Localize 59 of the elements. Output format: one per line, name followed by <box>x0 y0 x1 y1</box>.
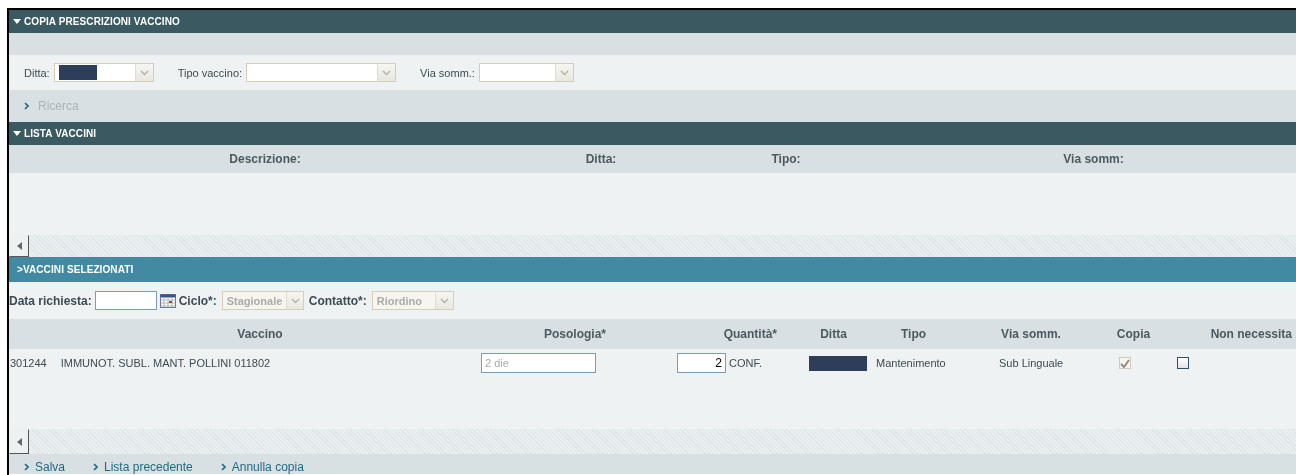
dropdown-field[interactable] <box>478 63 574 82</box>
column-header: Non necessita <box>1209 327 1293 341</box>
dropdown-field[interactable] <box>246 63 397 82</box>
check-icon <box>1120 358 1130 368</box>
column-header: Ditta <box>819 327 848 341</box>
select-value: Riordino <box>376 294 422 307</box>
panel-header[interactable]: COPIA PRESCRIZIONI VACCINO <box>9 10 1296 33</box>
horizontal-scrollbar[interactable] <box>9 235 1296 257</box>
column-header: Tipo: <box>770 152 802 166</box>
date-field[interactable] <box>94 291 157 310</box>
checkbox[interactable] <box>1177 357 1189 369</box>
column-header: Ditta: <box>584 152 618 166</box>
panel-title: COPIA PRESCRIZIONI VACCINO <box>24 16 180 27</box>
filter-label: Tipo vaccino: <box>177 66 243 79</box>
collapse-arrow-icon[interactable] <box>13 19 21 24</box>
left-arrow-icon[interactable] <box>16 242 22 250</box>
column-header: Descrizione: <box>228 152 302 166</box>
panel-header[interactable]: >VACCINI SELEZIONATI <box>9 257 1296 282</box>
column-header: Posologia* <box>543 327 607 341</box>
field-label: Ciclo*: <box>178 293 217 308</box>
column-header: Via somm. <box>1000 327 1062 341</box>
table-cell: 301244 <box>10 357 47 369</box>
footer-link[interactable]: Lista precedente <box>104 460 193 474</box>
footer-link[interactable]: Annulla copia <box>231 460 304 474</box>
scroll-left-button[interactable] <box>9 429 29 454</box>
column-header: Via somm: <box>1062 152 1125 166</box>
posology-field[interactable]: 2 die <box>481 353 596 373</box>
horizontal-scrollbar[interactable] <box>9 429 1296 454</box>
dropdown-chevron-icon[interactable] <box>559 69 569 76</box>
calendar-icon[interactable] <box>159 293 176 308</box>
unit-label: CONF. <box>729 357 762 369</box>
column-header: Vaccino <box>236 327 284 341</box>
dropdown-chevron-icon[interactable] <box>139 69 149 76</box>
column-header: Quantità* <box>722 327 778 341</box>
field-label: Data richiesta: <box>9 293 92 308</box>
table-cell-text: Sub Linguale <box>999 357 1065 369</box>
select-value: Stagionale <box>226 294 283 307</box>
redaction-bar <box>58 65 97 80</box>
chevron-right-icon <box>24 463 29 471</box>
chevron-right-icon <box>93 463 99 471</box>
panel-title: LISTA VACCINI <box>24 128 97 139</box>
panel-title: >VACCINI SELEZIONATI <box>17 264 134 275</box>
filter-label: Via somm.: <box>420 66 475 79</box>
column-header: Tipo <box>899 327 928 341</box>
filter-label: Ditta: <box>24 66 50 79</box>
scroll-left-button[interactable] <box>9 235 29 257</box>
chevron-right-icon <box>24 102 29 110</box>
collapse-arrow-icon[interactable] <box>13 131 21 136</box>
footer-link[interactable]: Salva <box>35 460 66 474</box>
quantity-field[interactable]: 2 <box>677 353 726 373</box>
left-arrow-icon[interactable] <box>16 437 22 446</box>
column-header: Copia <box>1115 327 1152 341</box>
panel-header[interactable]: LISTA VACCINI <box>9 122 1296 145</box>
dropdown-field[interactable] <box>53 63 154 82</box>
table-cell-text: Mantenimento <box>876 357 947 369</box>
dropdown-chevron-icon[interactable] <box>382 69 392 76</box>
chevron-right-icon <box>220 463 226 471</box>
table-cell: IMMUNOT. SUBL. MANT. POLLINI 011802 <box>60 357 271 369</box>
field-label: Contatto*: <box>308 293 367 308</box>
